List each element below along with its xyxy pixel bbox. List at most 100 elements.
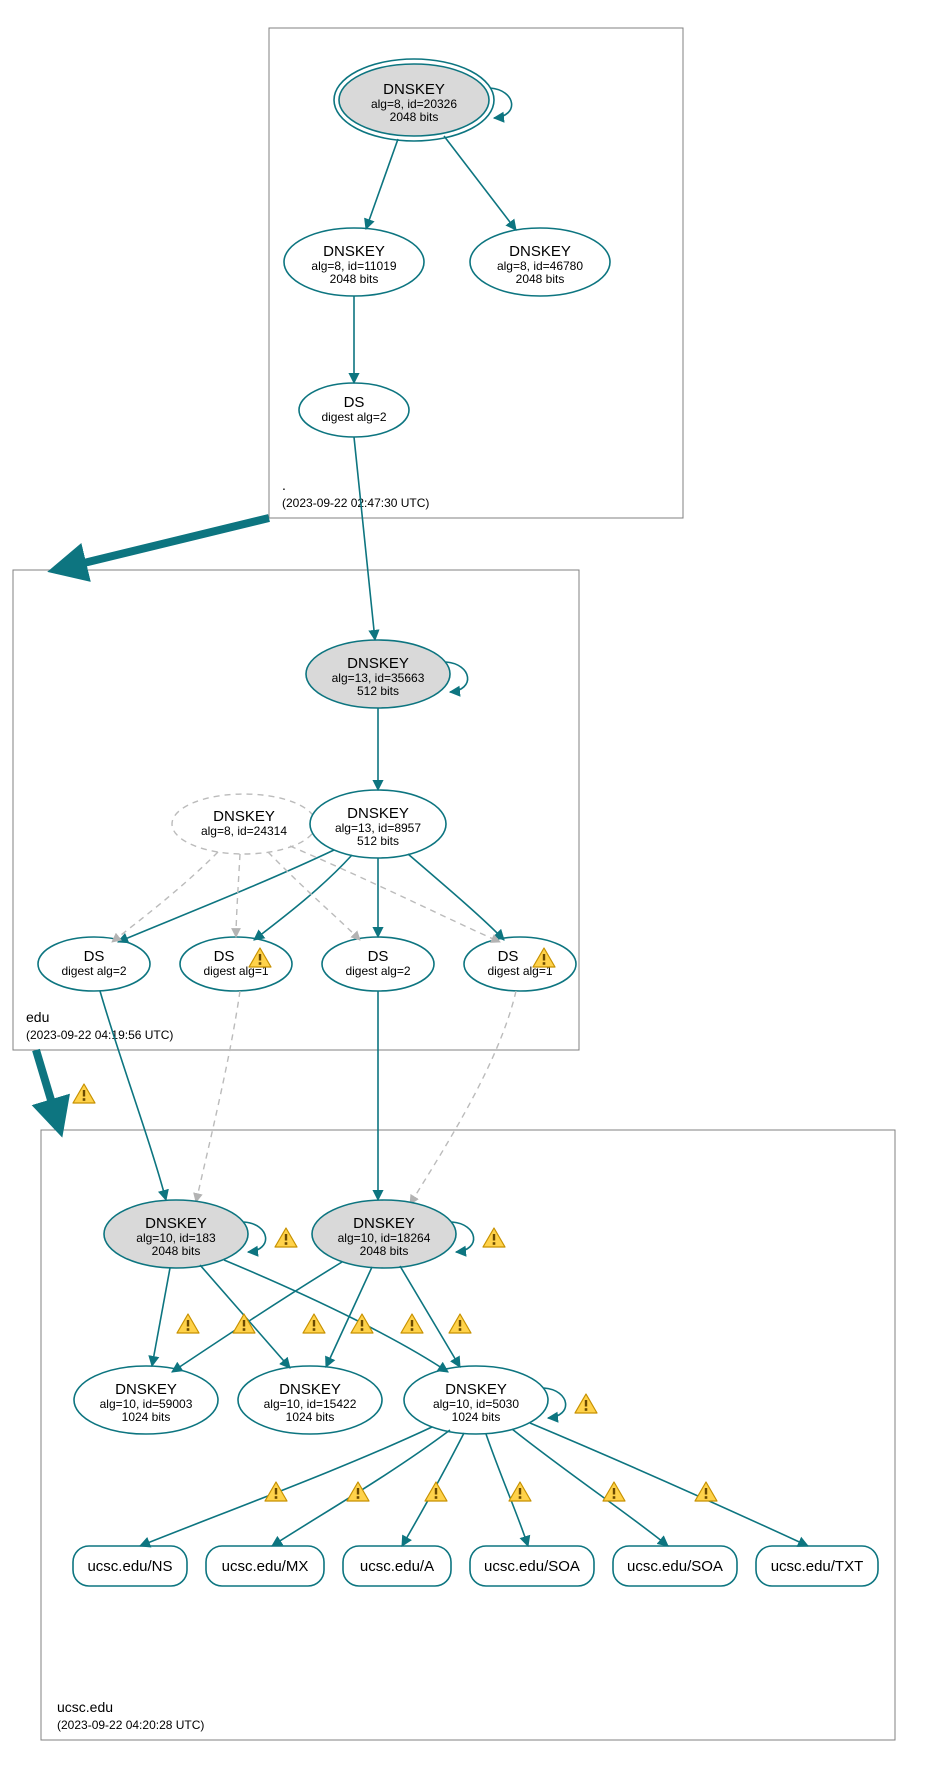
warning-icon [73,1084,95,1103]
edge [408,854,504,940]
node-root-zsk2: DNSKEY alg=8, id=46780 2048 bits [470,228,610,296]
svg-text:2048 bits: 2048 bits [516,272,565,286]
svg-text:alg=13, id=8957: alg=13, id=8957 [335,821,421,835]
svg-text:ucsc.edu/TXT: ucsc.edu/TXT [771,1558,864,1575]
warning-icon [425,1482,447,1501]
svg-text:DS: DS [214,948,235,965]
edge-dashed [290,846,500,942]
node-edu-ds3: DS digest alg=2 [322,937,434,991]
edge [366,139,398,229]
edge [152,1268,170,1366]
warning-icon [449,1314,471,1333]
svg-text:alg=10, id=59003: alg=10, id=59003 [100,1397,193,1411]
node-rr-ns: ucsc.edu/NS [73,1546,187,1586]
svg-text:DNSKEY: DNSKEY [213,808,275,825]
edge [512,1429,668,1546]
dnssec-chain-diagram: . (2023-09-22 02:47:30 UTC) edu (2023-09… [0,0,928,1772]
warning-icon [347,1482,369,1501]
svg-text:2048 bits: 2048 bits [390,110,439,124]
node-edu-dashed: DNSKEY alg=8, id=24314 [172,794,316,854]
warning-icon [177,1314,199,1333]
svg-text:DNSKEY: DNSKEY [323,243,385,260]
edge-root-ds-to-edu-ksk [354,437,375,640]
edge [118,850,334,942]
node-ucsc-zsk1: DNSKEY alg=10, id=59003 1024 bits [74,1366,218,1434]
zone-label-ucsc: ucsc.edu [57,1699,113,1715]
edge-dashed [410,991,516,1204]
svg-text:DNSKEY: DNSKEY [383,81,445,98]
node-ucsc-ksk2: DNSKEY alg=10, id=18264 2048 bits [312,1200,456,1268]
edge [326,1267,372,1367]
node-root-ksk: DNSKEY alg=8, id=20326 2048 bits [334,59,494,141]
edge [172,1262,342,1372]
warning-icon [575,1394,597,1413]
edge-dashed [268,852,360,940]
svg-text:2048 bits: 2048 bits [152,1244,201,1258]
svg-text:alg=8, id=11019: alg=8, id=11019 [311,259,397,273]
edge [140,1427,432,1546]
zone-label-edu: edu [26,1009,49,1025]
svg-text:alg=10, id=183: alg=10, id=183 [136,1231,216,1245]
svg-text:alg=13, id=35663: alg=13, id=35663 [332,671,425,685]
node-edu-ds1: DS digest alg=2 [38,937,150,991]
svg-text:DS: DS [498,948,519,965]
svg-text:alg=10, id=18264: alg=10, id=18264 [338,1231,431,1245]
node-rr-txt: ucsc.edu/TXT [756,1546,878,1586]
edge [254,855,352,940]
svg-text:DS: DS [368,948,389,965]
edge-dashed [112,852,218,942]
delegation-root-edu [55,518,269,570]
svg-text:ucsc.edu/A: ucsc.edu/A [360,1558,434,1575]
node-edu-ksk: DNSKEY alg=13, id=35663 512 bits [306,640,450,708]
svg-text:DNSKEY: DNSKEY [145,1215,207,1232]
warning-icon [401,1314,423,1333]
node-ucsc-ksk1: DNSKEY alg=10, id=183 2048 bits [104,1200,248,1268]
svg-text:2048 bits: 2048 bits [360,1244,409,1258]
svg-text:DNSKEY: DNSKEY [445,1381,507,1398]
node-ucsc-zsk3: DNSKEY alg=10, id=5030 1024 bits [404,1366,548,1434]
node-rr-a: ucsc.edu/A [343,1546,451,1586]
svg-text:DNSKEY: DNSKEY [353,1215,415,1232]
svg-text:DNSKEY: DNSKEY [509,243,571,260]
svg-text:ucsc.edu/MX: ucsc.edu/MX [222,1558,309,1575]
warning-icon [509,1482,531,1501]
node-edu-zsk: DNSKEY alg=13, id=8957 512 bits [310,790,446,858]
zone-ts-root: (2023-09-22 02:47:30 UTC) [282,496,429,510]
svg-text:2048 bits: 2048 bits [330,272,379,286]
edge [444,136,516,230]
svg-text:DNSKEY: DNSKEY [347,655,409,672]
svg-text:digest alg=2: digest alg=2 [321,410,386,424]
edge [400,1266,460,1367]
warning-icon [351,1314,373,1333]
svg-text:digest alg=2: digest alg=2 [61,964,126,978]
delegation-edu-ucsc [36,1050,60,1130]
svg-text:1024 bits: 1024 bits [122,1410,171,1424]
node-rr-mx: ucsc.edu/MX [206,1546,324,1586]
edge-dashed [196,991,240,1202]
svg-text:DS: DS [84,948,105,965]
svg-text:alg=8, id=46780: alg=8, id=46780 [497,259,583,273]
node-rr-soa2: ucsc.edu/SOA [613,1546,737,1586]
svg-text:1024 bits: 1024 bits [286,1410,335,1424]
edge [530,1423,808,1546]
edge-dashed [236,854,240,937]
node-root-ds: DS digest alg=2 [299,383,409,437]
svg-text:DS: DS [344,394,365,411]
zone-ts-ucsc: (2023-09-22 04:20:28 UTC) [57,1718,204,1732]
svg-text:DNSKEY: DNSKEY [279,1381,341,1398]
warning-icon [275,1228,297,1247]
warning-icon [603,1482,625,1501]
svg-text:digest alg=2: digest alg=2 [345,964,410,978]
node-root-zsk1: DNSKEY alg=8, id=11019 2048 bits [284,228,424,296]
svg-text:alg=8, id=20326: alg=8, id=20326 [371,97,457,111]
svg-text:ucsc.edu/NS: ucsc.edu/NS [87,1558,172,1575]
warning-icon [303,1314,325,1333]
warning-icon [265,1482,287,1501]
svg-text:alg=10, id=15422: alg=10, id=15422 [264,1397,357,1411]
zone-label-root: . [282,477,286,493]
warning-icon [483,1228,505,1247]
zone-ts-edu: (2023-09-22 04:19:56 UTC) [26,1028,173,1042]
svg-text:alg=8, id=24314: alg=8, id=24314 [201,824,287,838]
svg-text:DNSKEY: DNSKEY [347,805,409,822]
svg-text:1024 bits: 1024 bits [452,1410,501,1424]
